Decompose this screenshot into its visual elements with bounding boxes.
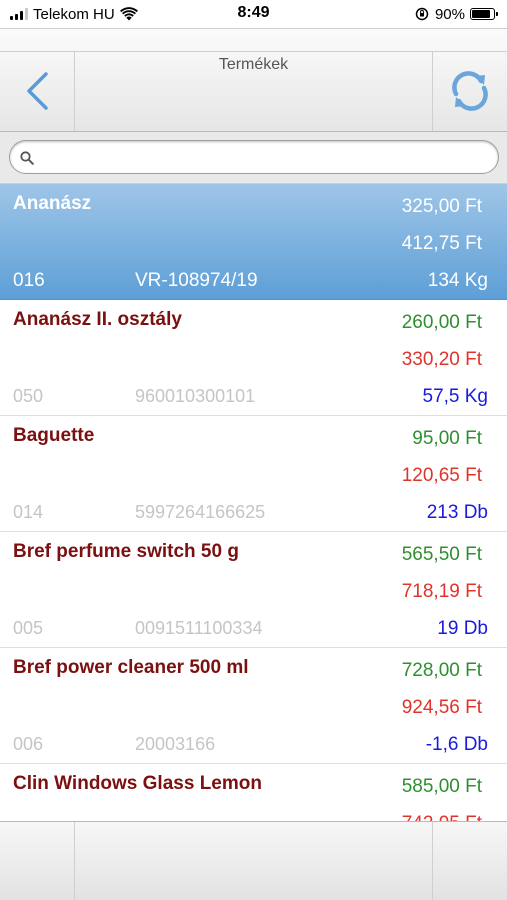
product-row[interactable]: Ananász II. osztály 260,00 Ft 330,20 Ft … (0, 300, 507, 416)
product-quantity: -1,6 Db (425, 734, 488, 755)
product-list: Ananász 325,00 Ft 412,75 Ft 016 VR-10897… (0, 184, 507, 821)
refresh-icon (452, 71, 488, 111)
navigation-bar: Termékek (0, 28, 507, 132)
product-code: 005 (13, 618, 44, 638)
chevron-left-icon (27, 72, 48, 110)
toolbar-button-left[interactable] (0, 822, 75, 900)
product-row[interactable]: Bref power cleaner 500 ml 728,00 Ft 924,… (0, 648, 507, 764)
product-code: 016 (13, 270, 45, 291)
product-name: Bref perfume switch 50 g (13, 541, 239, 562)
product-price-buy: 95,00 Ft (412, 428, 482, 449)
product-barcode: 20003166 (135, 734, 216, 754)
product-name: Baguette (13, 425, 95, 446)
product-row[interactable]: Ananász 325,00 Ft 412,75 Ft 016 VR-10897… (0, 184, 507, 300)
search-bar (0, 132, 507, 184)
product-quantity: 57,5 Kg (422, 386, 489, 407)
status-right: 90% (415, 5, 498, 23)
battery-icon (470, 8, 498, 20)
product-price-sell: 120,65 Ft (401, 465, 482, 486)
product-price-buy: 260,00 Ft (401, 312, 482, 333)
product-barcode: VR-108974/19 (135, 270, 258, 291)
product-price-sell: 412,75 Ft (401, 233, 482, 254)
search-input[interactable] (9, 140, 499, 174)
rotation-lock-icon (415, 7, 429, 21)
product-name: Ananász (13, 193, 92, 214)
product-price-sell: 742,95 Ft (402, 813, 482, 821)
product-code: 050 (13, 386, 44, 406)
product-barcode: 5997264166625 (135, 502, 266, 522)
product-price-buy: 565,50 Ft (401, 544, 482, 565)
back-button[interactable] (0, 51, 75, 131)
product-name: Clin Windows Glass Lemon (13, 773, 262, 794)
product-row[interactable]: Bref perfume switch 50 g 565,50 Ft 718,1… (0, 532, 507, 648)
page-title: Termékek (218, 56, 289, 73)
bottom-toolbar (0, 821, 507, 900)
product-price-sell: 924,56 Ft (401, 697, 482, 718)
product-quantity: 19 Db (437, 618, 488, 639)
toolbar-button-right[interactable] (432, 822, 507, 900)
product-price-sell: 718,19 Ft (401, 581, 482, 602)
product-price-buy: 585,00 Ft (401, 776, 482, 797)
product-code: 006 (13, 734, 44, 754)
product-barcode: 960010300101 (135, 386, 256, 406)
product-price-buy: 728,00 Ft (401, 660, 482, 681)
product-quantity: 213 Db (426, 502, 488, 523)
product-name: Bref power cleaner 500 ml (13, 657, 249, 678)
product-name: Ananász II. osztály (13, 309, 182, 330)
product-price-sell: 330,20 Ft (401, 349, 482, 370)
status-bar: Telekom HU 8:49 90% (0, 0, 507, 28)
product-row[interactable]: Baguette 95,00 Ft 120,65 Ft 014 59972641… (0, 416, 507, 532)
product-quantity: 134 Kg (427, 270, 488, 291)
product-barcode: 0091511100334 (135, 618, 263, 638)
product-row[interactable]: Clin Windows Glass Lemon 585,00 Ft 742,9… (0, 764, 507, 821)
refresh-button[interactable] (432, 51, 507, 131)
toolbar-button-middle[interactable] (75, 822, 432, 900)
product-price-buy: 325,00 Ft (401, 196, 482, 217)
product-code: 014 (13, 502, 44, 522)
battery-percent: 90% (434, 5, 465, 23)
